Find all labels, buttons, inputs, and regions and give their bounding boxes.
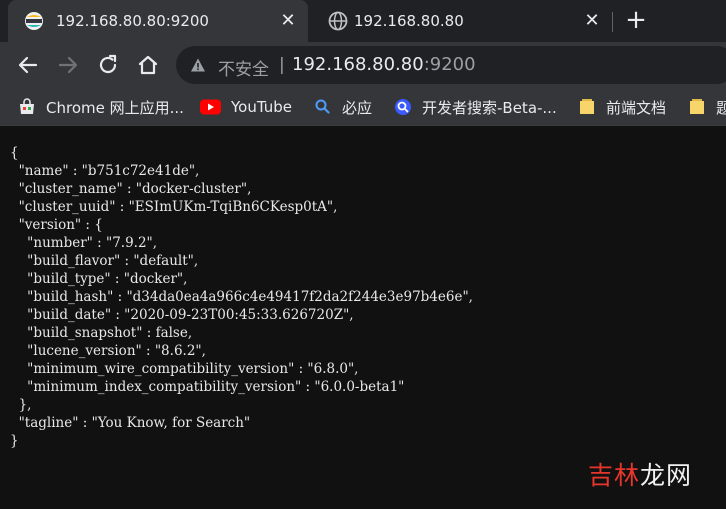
close-icon[interactable]: ✕: [278, 11, 298, 31]
folder-icon: [690, 99, 704, 114]
bookmark-label: 题: [716, 98, 726, 117]
bookmark-label: Chrome 网上应用...: [46, 98, 184, 117]
bookmarks-bar: Chrome 网上应用... YouTube 必应 开发者搜索-Beta-...…: [0, 88, 726, 126]
url-host: 192.168.80.80: [292, 54, 424, 75]
bookmark-frontend-docs[interactable]: 前端文档: [578, 96, 666, 118]
tab-strip: 192.168.80.80:9200 ✕ 192.168.80.80 ✕ +: [0, 0, 726, 42]
url-text[interactable]: 192.168.80.80:9200: [292, 54, 476, 75]
bookmark-youtube[interactable]: YouTube: [200, 96, 292, 118]
browser-toolbar: 不安全 | 192.168.80.80:9200: [0, 42, 726, 88]
bookmark-label: YouTube: [231, 98, 292, 116]
bookmark-questions[interactable]: 题: [688, 96, 726, 118]
tab-elasticsearch[interactable]: 192.168.80.80:9200 ✕: [8, 0, 308, 42]
chrome-store-icon: [20, 98, 34, 114]
forward-arrow-icon[interactable]: [56, 53, 80, 77]
globe-icon: [328, 11, 348, 31]
watermark-part2: 龙网: [640, 461, 693, 490]
warning-icon[interactable]: [190, 57, 206, 73]
reload-icon[interactable]: [96, 53, 120, 77]
folder-icon: [580, 99, 594, 114]
tab-divider: [612, 12, 613, 32]
watermark-part1: 吉林: [588, 461, 641, 490]
tab-host[interactable]: 192.168.80.80 ✕: [312, 0, 612, 42]
search-icon: [315, 99, 330, 114]
bookmark-bing[interactable]: 必应: [314, 96, 372, 118]
elastic-icon: [25, 12, 43, 30]
page-content: { "name" : "b751c72e41de", "cluster_name…: [0, 127, 726, 509]
close-icon[interactable]: ✕: [582, 11, 602, 31]
address-separator: |: [279, 55, 285, 75]
security-label[interactable]: 不安全: [218, 55, 269, 80]
bookmark-developer-search[interactable]: 开发者搜索-Beta-...: [394, 96, 557, 118]
watermark: 吉林龙网: [588, 456, 692, 492]
url-port: :9200: [423, 54, 476, 75]
tab-title: 192.168.80.80: [354, 12, 464, 30]
home-icon[interactable]: [136, 53, 160, 77]
new-tab-button[interactable]: +: [624, 7, 648, 33]
youtube-icon: [200, 99, 221, 115]
bookmark-label: 前端文档: [606, 98, 667, 117]
developer-search-icon: [395, 99, 411, 115]
json-response: { "name" : "b751c72e41de", "cluster_name…: [10, 145, 473, 449]
address-bar[interactable]: 不安全 | 192.168.80.80:9200: [176, 46, 726, 84]
bookmark-label: 必应: [342, 98, 373, 117]
bookmark-label: 开发者搜索-Beta-...: [422, 98, 557, 117]
tab-title: 192.168.80.80:9200: [56, 12, 209, 30]
bookmark-chrome-store[interactable]: Chrome 网上应用...: [18, 96, 184, 118]
back-arrow-icon[interactable]: [16, 53, 40, 77]
